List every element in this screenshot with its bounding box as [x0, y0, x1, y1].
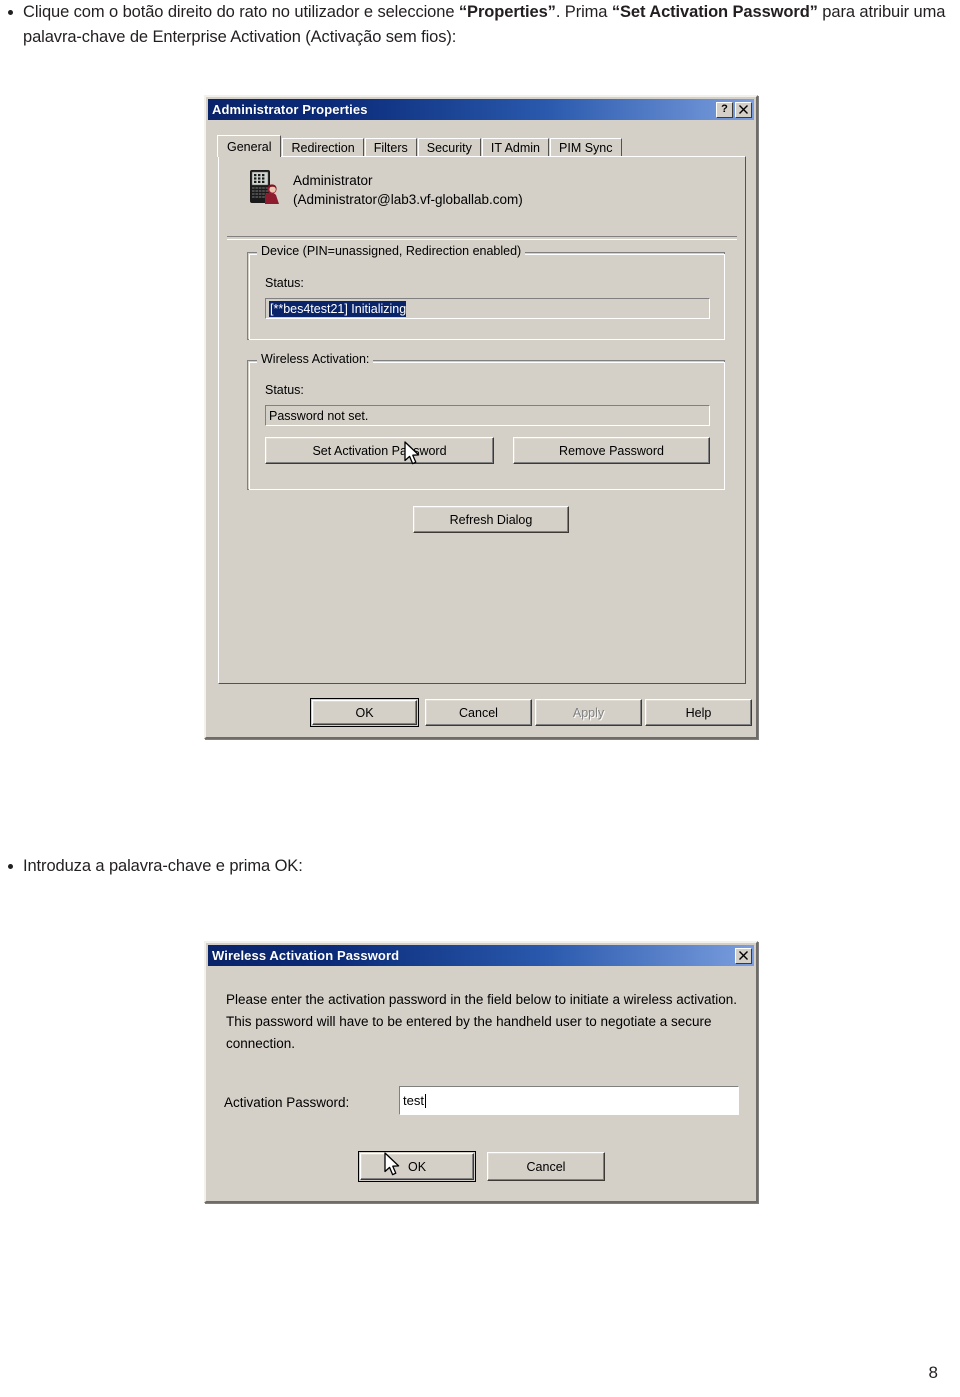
button-label: Refresh Dialog [449, 512, 533, 527]
password-ok-button[interactable]: OK [358, 1151, 476, 1182]
tab-general[interactable]: General [217, 135, 282, 157]
apply-button: Apply [535, 699, 642, 726]
device-group-title: Device (PIN=unassigned, Redirection enab… [257, 244, 526, 258]
tab-label: Security [426, 141, 472, 155]
intro-text-part1: Clique com o botão direito do rato no ut… [23, 3, 459, 21]
user-name: Administrator [293, 173, 373, 188]
tab-it-admin[interactable]: IT Admin [481, 138, 550, 157]
second-bullet: Introduza a palavra-chave e prima OK: [8, 854, 608, 879]
device-groupbox: Device (PIN=unassigned, Redirection enab… [247, 244, 725, 340]
properties-tabstrip[interactable]: General Redirection Filters Security IT … [217, 135, 746, 157]
question-mark-icon: ? [721, 103, 728, 115]
blackberry-user-icon [250, 170, 280, 204]
close-caption-button[interactable] [735, 101, 752, 118]
button-label: Cancel [526, 1159, 566, 1174]
refresh-dialog-button[interactable]: Refresh Dialog [413, 506, 569, 533]
device-status-label: Status: [265, 276, 304, 290]
activation-password-value: test [403, 1093, 424, 1108]
header-separator [227, 236, 737, 240]
password-cancel-button[interactable]: Cancel [487, 1152, 605, 1181]
text-caret [424, 1093, 426, 1108]
tab-label: PIM Sync [559, 141, 613, 155]
second-bullet-text: Introduza a palavra-chave e prima OK: [23, 857, 303, 875]
wireless-status-value: Password not set. [269, 408, 369, 423]
button-label: Help [685, 705, 712, 720]
dialog-title: Administrator Properties [212, 102, 368, 117]
tab-label: Filters [373, 141, 408, 155]
intro-bullet: Clique com o botão direito do rato no ut… [8, 0, 954, 50]
button-label: OK [355, 705, 374, 720]
device-status-field: [**bes4test21] Initializing [265, 298, 710, 319]
help-caption-button[interactable]: ? [716, 101, 733, 118]
wireless-group-title: Wireless Activation: [257, 352, 374, 366]
dialog-titlebar[interactable]: Administrator Properties ? [208, 99, 754, 120]
button-label: Apply [572, 705, 605, 720]
tab-redirection[interactable]: Redirection [282, 138, 364, 157]
password-dialog-title: Wireless Activation Password [212, 948, 400, 963]
page-number: 8 [928, 1363, 938, 1382]
password-dialog-message: Please enter the activation password in … [226, 992, 738, 1051]
activation-password-input[interactable]: test [399, 1086, 739, 1115]
button-label: Remove Password [559, 443, 664, 458]
intro-text-bold1: “Properties” [458, 3, 556, 21]
tab-label: Redirection [291, 141, 355, 155]
tab-pim-sync[interactable]: PIM Sync [550, 138, 622, 157]
intro-bullet-text: Clique com o botão direito do rato no ut… [23, 0, 954, 50]
button-label: OK [407, 1159, 427, 1174]
activation-password-label: Activation Password: [224, 1095, 350, 1110]
tab-filters[interactable]: Filters [364, 138, 417, 157]
button-label: Set Activation Password [312, 443, 447, 458]
wireless-status-field: Password not set. [265, 405, 710, 426]
help-button[interactable]: Help [645, 699, 752, 726]
close-caption-button[interactable] [735, 947, 752, 964]
tab-security[interactable]: Security [417, 138, 481, 157]
intro-text-part2: . Prima [555, 3, 612, 21]
tab-label: General [227, 139, 272, 154]
ok-button[interactable]: OK [310, 698, 419, 727]
close-icon [739, 105, 748, 114]
bullet-dot-icon [8, 10, 13, 15]
wireless-status-label: Status: [265, 383, 304, 397]
tab-label: IT Admin [490, 141, 541, 155]
bullet-dot-icon [8, 864, 13, 869]
wireless-activation-password-dialog: Wireless Activation Password Please ente… [204, 941, 758, 1203]
password-dialog-titlebar[interactable]: Wireless Activation Password [208, 945, 754, 966]
remove-password-button[interactable]: Remove Password [513, 437, 710, 464]
administrator-properties-dialog: Administrator Properties ? General Redir… [204, 95, 758, 739]
button-label: Cancel [459, 705, 498, 720]
intro-text-bold2: “Set Activation Password” [611, 3, 818, 21]
user-email: (Administrator@lab3.vf-globallab.com) [293, 192, 523, 207]
set-activation-password-button[interactable]: Set Activation Password [265, 437, 494, 464]
close-icon [739, 951, 748, 960]
device-status-value: [**bes4test21] Initializing [269, 300, 407, 317]
general-tab-page: Administrator (Administrator@lab3.vf-glo… [218, 156, 746, 684]
cancel-button[interactable]: Cancel [425, 699, 532, 726]
